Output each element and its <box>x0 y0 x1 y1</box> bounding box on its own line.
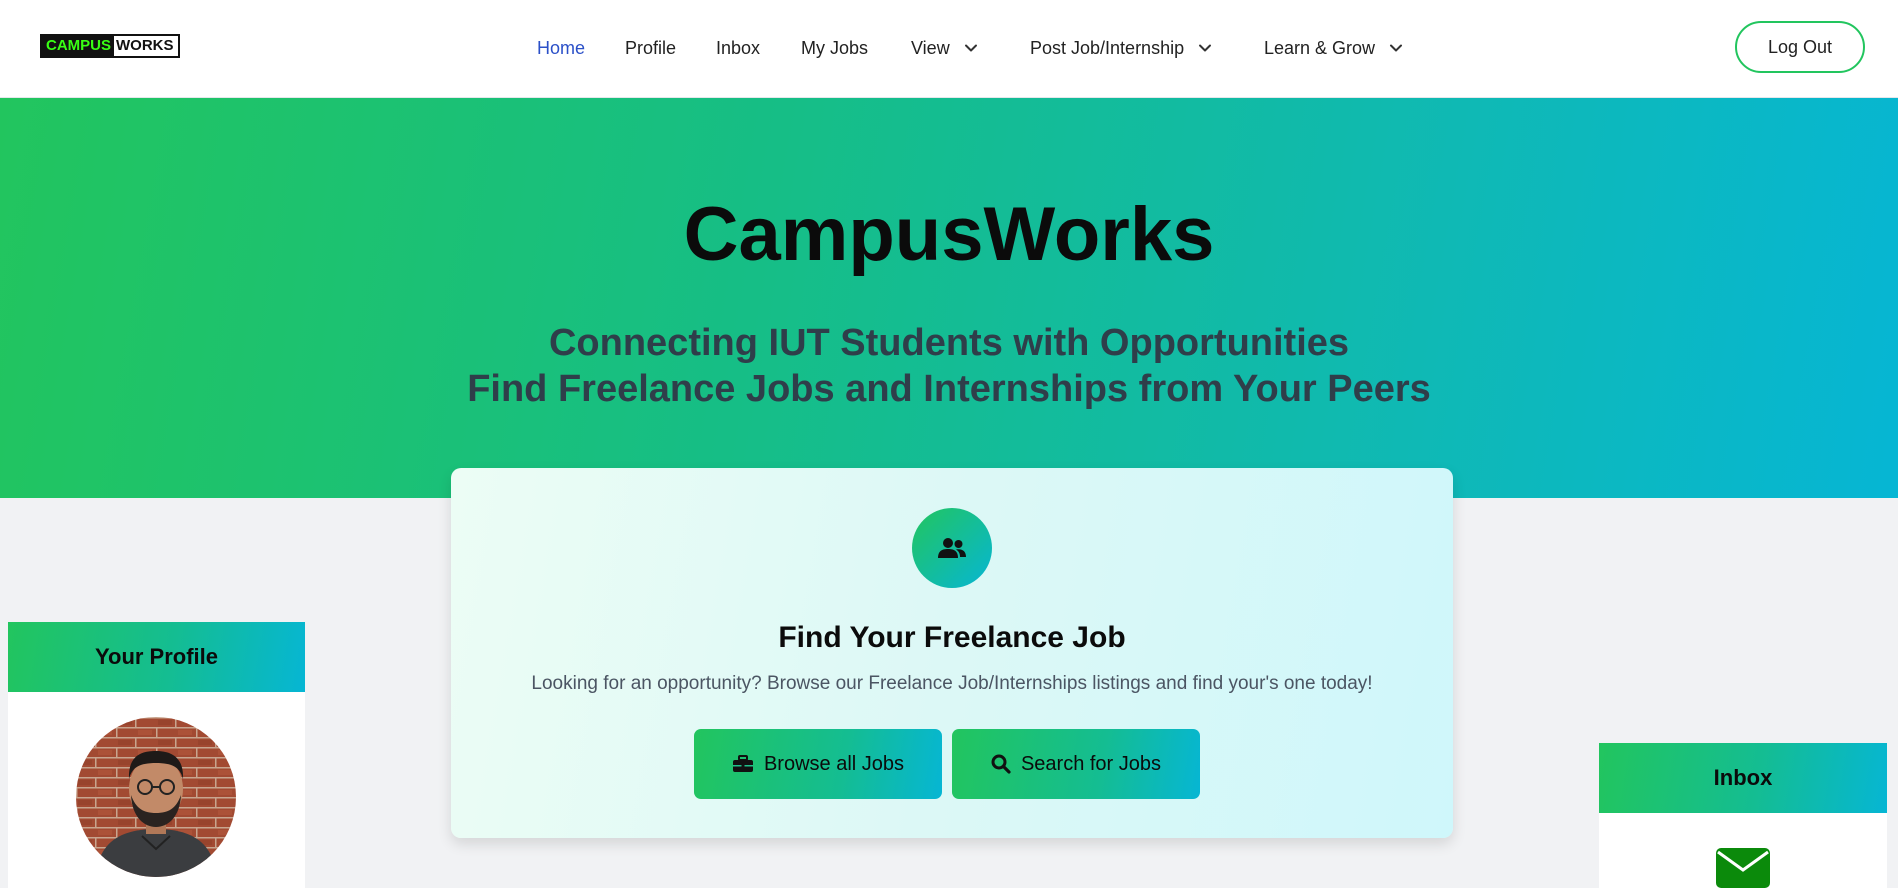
nav-home[interactable]: Home <box>537 37 585 59</box>
find-job-description: Looking for an opportunity? Browse our F… <box>531 673 1373 694</box>
nav-inbox[interactable]: Inbox <box>716 37 760 59</box>
find-job-title: Find Your Freelance Job <box>778 621 1126 654</box>
hero-banner: CampusWorks Connecting IUT Students with… <box>0 98 1898 498</box>
logo-part-campus: CAMPUS <box>42 36 115 56</box>
campusworks-logo[interactable]: CAMPUS WORKS <box>40 34 180 58</box>
search-for-jobs-button[interactable]: Search for Jobs <box>952 729 1200 799</box>
nav-profile[interactable]: Profile <box>625 37 676 59</box>
top-navbar: CAMPUS WORKS Home Profile Inbox My Jobs … <box>0 0 1898 98</box>
nav-view-dropdown[interactable]: View <box>911 37 978 59</box>
profile-card: Your Profile <box>8 622 305 888</box>
envelope-icon[interactable] <box>1716 846 1770 888</box>
nav-post-job-label: Post Job/Internship <box>1030 38 1185 58</box>
logo-part-works: WORKS <box>114 36 178 56</box>
profile-card-header: Your Profile <box>8 622 305 692</box>
avatar[interactable] <box>76 717 236 877</box>
nav-learn-grow-dropdown[interactable]: Learn & Grow <box>1264 37 1403 59</box>
hero-title: CampusWorks <box>683 192 1215 277</box>
nav-my-jobs-label: My Jobs <box>801 38 869 58</box>
logout-button[interactable]: Log Out <box>1735 21 1865 73</box>
inbox-card-header: Inbox <box>1599 743 1887 813</box>
inbox-card: Inbox <box>1599 743 1887 888</box>
hero-subtitle-line1: Connecting IUT Students with Opportuniti… <box>548 322 1350 364</box>
nav-post-job-dropdown[interactable]: Post Job/Internship <box>1030 37 1212 59</box>
find-job-card: Find Your Freelance Job Looking for an o… <box>451 468 1453 838</box>
nav-home-label: Home <box>537 38 586 58</box>
chevron-down-icon <box>1390 44 1403 52</box>
browse-all-jobs-button[interactable]: Browse all Jobs <box>694 729 942 799</box>
nav-view-label: View <box>911 38 950 58</box>
nav-profile-label: Profile <box>625 38 677 58</box>
hero-subtitle: Connecting IUT Students with Opportuniti… <box>0 320 1898 412</box>
search-for-jobs-label: Search for Jobs <box>1020 752 1162 775</box>
nav-learn-grow-label: Learn & Grow <box>1264 38 1376 58</box>
nav-my-jobs[interactable]: My Jobs <box>801 37 868 59</box>
chevron-down-icon <box>1199 44 1212 52</box>
nav-inbox-label: Inbox <box>716 38 761 58</box>
browse-all-jobs-label: Browse all Jobs <box>763 752 905 775</box>
briefcase-icon <box>732 755 753 772</box>
chevron-down-icon <box>964 44 977 52</box>
search-icon <box>991 754 1011 774</box>
hero-subtitle-line2: Find Freelance Jobs and Internships from… <box>467 368 1431 410</box>
users-icon <box>912 508 992 588</box>
